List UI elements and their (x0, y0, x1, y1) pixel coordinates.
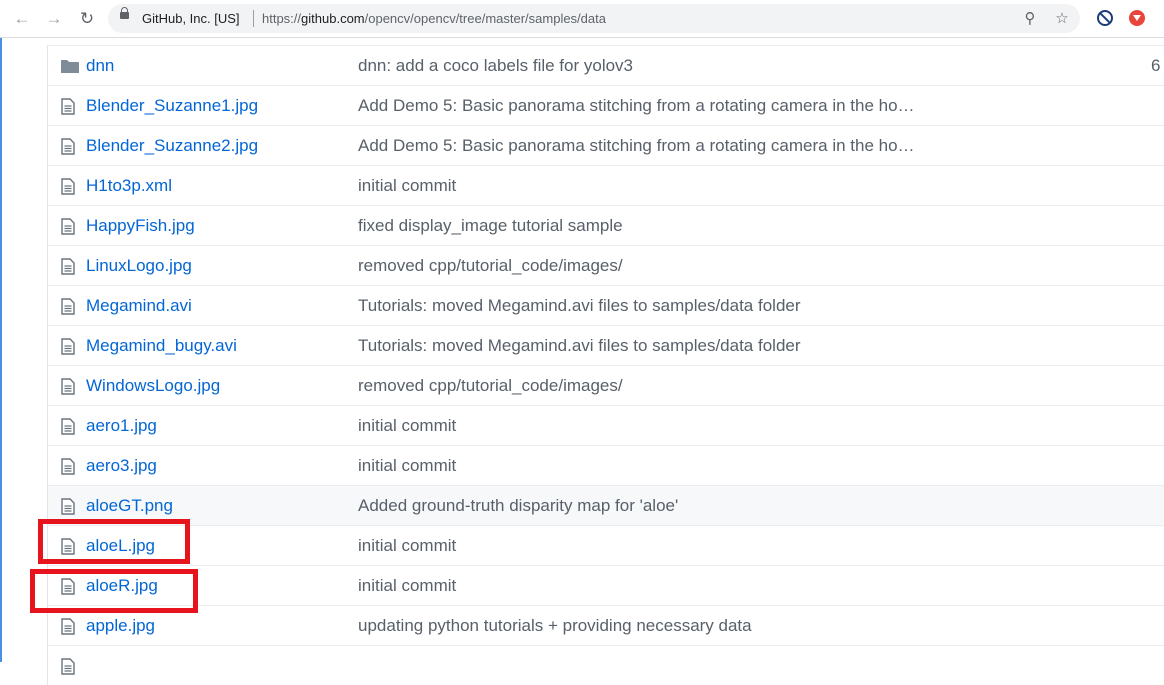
reload-button[interactable]: ↻ (75, 7, 99, 31)
file-icon (61, 138, 75, 160)
star-icon[interactable]: ☆ (1053, 9, 1071, 27)
commit-message-link[interactable]: removed cpp/tutorial_code/images/ (358, 376, 623, 396)
file-row[interactable]: Blender_Suzanne2.jpg Add Demo 5: Basic pa… (48, 125, 1164, 165)
file-name-link[interactable]: Megamind_bugy.avi (86, 336, 237, 356)
file-name-link[interactable]: aloeR.jpg (86, 576, 158, 596)
zoom-icon[interactable]: ⚲ (1021, 9, 1039, 27)
site-identity[interactable]: GitHub, Inc. [US] (142, 11, 240, 26)
file-name-link[interactable]: aloeL.jpg (86, 536, 155, 556)
file-icon (61, 338, 75, 360)
folder-icon (61, 59, 79, 79)
arrow-left-icon: ← (13, 9, 31, 28)
file-icon (61, 498, 75, 520)
block-extension-icon[interactable] (1097, 10, 1113, 26)
commit-message-link[interactable]: Tutorials: moved Megamind.avi files to s… (358, 336, 801, 356)
address-bar[interactable]: GitHub, Inc. [US] https://github.com/ope… (108, 4, 1080, 33)
file-name-link[interactable]: H1to3p.xml (86, 176, 172, 196)
commit-message-link[interactable]: Add Demo 5: Basic panorama stitching fro… (358, 136, 915, 156)
file-name-link[interactable]: Blender_Suzanne1.jpg (86, 96, 258, 116)
file-row[interactable]: Megamind.avi Tutorials: moved Megamind.av… (48, 285, 1164, 325)
commit-message-link[interactable]: initial commit (358, 176, 456, 196)
commit-age: 6 (1151, 56, 1161, 75)
file-name-link[interactable]: aero1.jpg (86, 416, 157, 436)
commit-message-link[interactable]: initial commit (358, 536, 456, 556)
lock-icon (120, 7, 129, 19)
file-icon (61, 258, 75, 280)
arrow-right-icon: → (45, 9, 63, 28)
file-row[interactable]: HappyFish.jpg fixed display_image tutoria… (48, 205, 1164, 245)
commit-message-link[interactable]: initial commit (358, 456, 456, 476)
file-name-link[interactable]: LinuxLogo.jpg (86, 256, 192, 276)
commit-message-link[interactable]: initial commit (358, 576, 456, 596)
reload-icon: ↻ (79, 9, 95, 28)
window-edge (0, 38, 2, 662)
address-divider (253, 10, 254, 27)
file-name-link[interactable]: WindowsLogo.jpg (86, 376, 220, 396)
file-icon (61, 218, 75, 240)
file-row[interactable]: H1to3p.xml initial commit (48, 165, 1164, 205)
download-extension-icon[interactable] (1129, 10, 1145, 26)
file-row[interactable]: aloeL.jpg initial commit (48, 525, 1164, 565)
commit-message-link[interactable]: dnn: add a coco labels file for yolov3 (358, 56, 633, 76)
file-icon (61, 178, 75, 200)
back-button[interactable]: ← (10, 7, 34, 31)
file-icon (61, 378, 75, 400)
file-icon (61, 298, 75, 320)
file-name-link[interactable]: Megamind.avi (86, 296, 192, 316)
commit-message-link[interactable]: Tutorials: moved Megamind.avi files to s… (358, 296, 801, 316)
commit-message-link[interactable]: removed cpp/tutorial_code/images/ (358, 256, 623, 276)
file-name-link[interactable]: Blender_Suzanne2.jpg (86, 136, 258, 156)
commit-message-link[interactable]: Add Demo 5: Basic panorama stitching fro… (358, 96, 915, 116)
file-row[interactable]: Blender_Suzanne1.jpg Add Demo 5: Basic pa… (48, 85, 1164, 125)
file-icon (61, 658, 75, 680)
file-row[interactable]: aero3.jpg initial commit (48, 445, 1164, 485)
file-row[interactable] (48, 645, 1164, 685)
file-name-link[interactable]: HappyFish.jpg (86, 216, 195, 236)
file-icon (61, 418, 75, 440)
commit-message-link[interactable]: initial commit (358, 416, 456, 436)
commit-message-link[interactable]: Added ground-truth disparity map for 'al… (358, 496, 678, 516)
url-text[interactable]: https://github.com/opencv/opencv/tree/ma… (262, 11, 606, 26)
file-icon (61, 618, 75, 640)
file-name-link[interactable]: dnn (86, 56, 114, 76)
file-row[interactable]: aloeGT.png Added ground-truth disparity m… (48, 485, 1164, 525)
file-row[interactable]: apple.jpg updating python tutorials + pro… (48, 605, 1164, 645)
file-icon (61, 98, 75, 120)
file-icon (61, 458, 75, 480)
commit-message-link[interactable]: updating python tutorials + providing ne… (358, 616, 752, 636)
commit-message-link[interactable]: fixed display_image tutorial sample (358, 216, 623, 236)
forward-button[interactable]: → (42, 7, 66, 31)
file-row[interactable]: dnn dnn: add a coco labels file for yolov… (48, 45, 1164, 85)
file-icon (61, 538, 75, 560)
file-name-link[interactable]: aloeGT.png (86, 496, 173, 516)
file-icon (61, 578, 75, 600)
file-name-link[interactable]: apple.jpg (86, 616, 155, 636)
file-row[interactable]: WindowsLogo.jpg removed cpp/tutorial_code… (48, 365, 1164, 405)
browser-toolbar: ← → ↻ GitHub, Inc. [US] https://github.c… (0, 0, 1164, 38)
file-list: dnn dnn: add a coco labels file for yolov… (47, 45, 1164, 685)
file-row[interactable]: LinuxLogo.jpg removed cpp/tutorial_code/i… (48, 245, 1164, 285)
file-row[interactable]: aero1.jpg initial commit (48, 405, 1164, 445)
file-row[interactable]: aloeR.jpg initial commit (48, 565, 1164, 605)
file-name-link[interactable]: aero3.jpg (86, 456, 157, 476)
file-row[interactable]: Megamind_bugy.avi Tutorials: moved Megami… (48, 325, 1164, 365)
